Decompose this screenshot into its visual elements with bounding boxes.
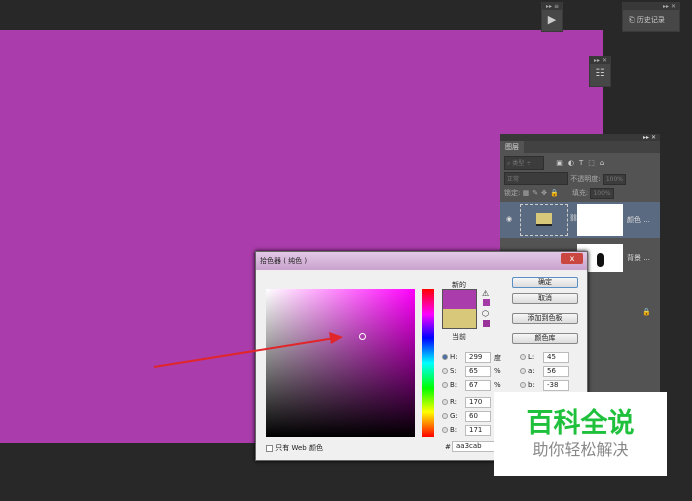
- watermark: 百科全说 助你轻松解决: [494, 392, 667, 476]
